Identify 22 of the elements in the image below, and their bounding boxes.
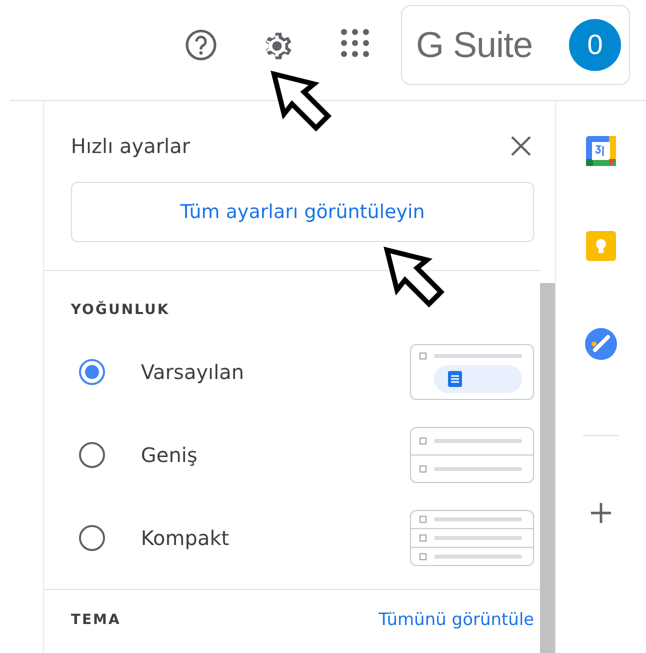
account-badge[interactable]: G Suite 0 [401, 5, 630, 85]
calendar-icon[interactable] [585, 135, 618, 167]
option-label: Kompakt [140, 526, 230, 550]
panel-title: Hızlı ayarlar [70, 134, 190, 158]
pointer-arrow-icon [270, 70, 334, 134]
option-label: Varsayılan [140, 360, 246, 384]
avatar[interactable]: 0 [569, 19, 621, 71]
help-icon[interactable] [184, 28, 218, 62]
option-label: Geniş [140, 442, 198, 466]
scrollbar-thumb[interactable] [540, 283, 556, 653]
pointer-arrow-icon [383, 246, 447, 310]
close-icon[interactable] [510, 135, 532, 157]
radio-button[interactable] [78, 358, 105, 384]
section-heading: YOĞUNLUK [70, 302, 171, 318]
radio-button[interactable] [78, 524, 105, 550]
add-icon[interactable] [590, 502, 612, 524]
all-settings-button[interactable]: Tüm ayarları görüntüleyin [70, 182, 534, 242]
section-heading: TEMA [70, 612, 121, 628]
brand-name: G Suite [416, 24, 533, 66]
apps-grid-icon[interactable] [340, 28, 370, 58]
radio-button[interactable] [78, 442, 105, 468]
view-all-link[interactable]: Tümünü görüntüle [378, 610, 534, 630]
